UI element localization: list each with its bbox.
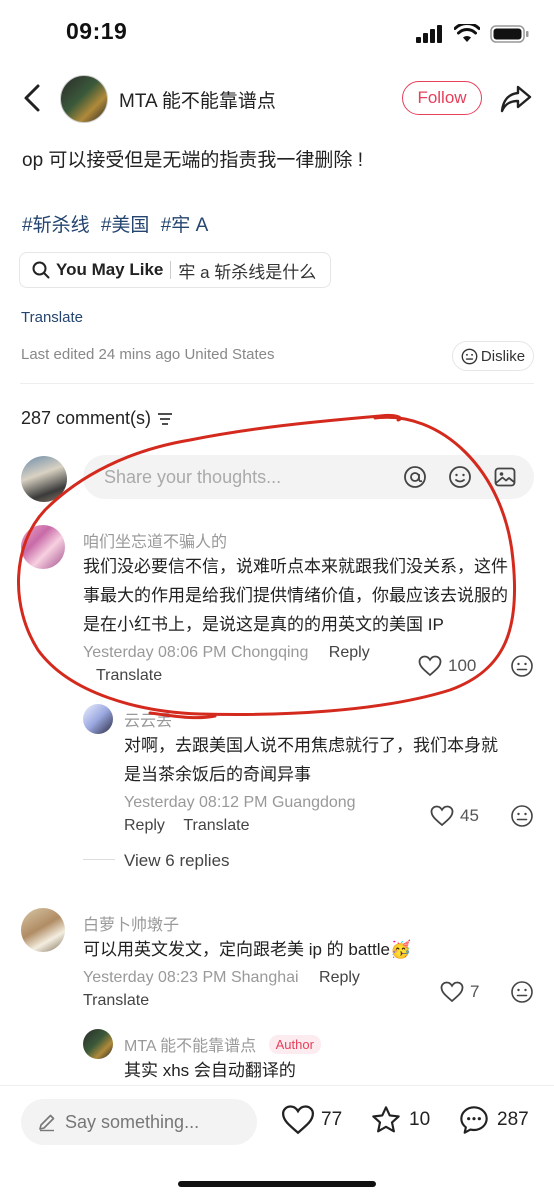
home-indicator[interactable] [178, 1181, 376, 1187]
emoji-icon[interactable] [448, 465, 472, 489]
comment-post-button[interactable]: 287 [457, 1104, 529, 1136]
say-placeholder: Say something... [65, 1111, 200, 1132]
reply-line: 对啊，去跟美国人说不用焦虑就行了，我们本身就 [124, 736, 498, 755]
neutral-face-icon [461, 348, 478, 364]
like-count: 7 [470, 982, 480, 1001]
hashtag-link[interactable]: #牢 A [161, 215, 209, 236]
my-avatar [21, 456, 67, 502]
sort-icon[interactable] [157, 412, 173, 426]
say-something-input[interactable]: Say something... [21, 1099, 257, 1145]
translate-post-link[interactable]: Translate [21, 309, 83, 326]
heart-icon [418, 655, 442, 677]
translate-button[interactable]: Translate [83, 992, 149, 1009]
commenter-avatar[interactable] [21, 525, 65, 569]
reply-username[interactable]: MTA 能不能靠谱点 [124, 1038, 256, 1055]
replier-avatar[interactable] [83, 1029, 113, 1059]
hashtag-link[interactable]: #斩杀线 [22, 215, 90, 236]
you-may-like-chip[interactable]: You May Like 牢 a 斩杀线是什么 [19, 252, 331, 288]
author-badge: Author [268, 1035, 321, 1054]
reply-text: 对啊，去跟美国人说不用焦虑就行了，我们本身就 是当茶余饭后的奇闻异事 [124, 731, 498, 789]
like-count: 100 [448, 656, 477, 675]
commenter-avatar[interactable] [21, 908, 65, 952]
reply-line: 其实 xhs 会自动翻译的 [124, 1061, 296, 1080]
comment-text: 可以用英文发文，定向跟老美 ip 的 battle🥳 [83, 935, 411, 964]
reply-button[interactable]: Reply [124, 817, 165, 834]
you-may-like-label: You May Like [56, 260, 164, 279]
view-replies-link[interactable]: View 6 replies [124, 851, 230, 871]
divider [170, 261, 172, 279]
wifi-icon [454, 24, 480, 42]
post-star-count: 10 [409, 1109, 431, 1130]
comment-meta: Yesterday 08:23 PM Shanghai Reply [83, 969, 360, 987]
status-icons [416, 22, 530, 46]
comment-username[interactable]: 白萝卜帅墩子 [83, 911, 179, 935]
comment-meta-translate: Translate [83, 992, 149, 1010]
like-counter[interactable]: 45 [430, 805, 479, 827]
collect-post-button[interactable]: 10 [369, 1104, 430, 1136]
neutral-face-icon[interactable] [510, 980, 534, 1004]
reply-button[interactable]: Reply [329, 644, 370, 661]
translate-button[interactable]: Translate [183, 817, 249, 834]
dislike-label: Dislike [480, 347, 526, 365]
owner-name[interactable]: MTA 能不能靠谱点 [119, 86, 276, 113]
reply-meta: Yesterday 08:12 PM Guangdong [124, 794, 356, 811]
like-counter[interactable]: 100 [418, 655, 476, 677]
back-arrow-icon[interactable] [18, 80, 48, 116]
comment-meta: Yesterday 08:06 PM Chongqing Reply [83, 644, 370, 662]
dislike-button[interactable]: Dislike [452, 341, 534, 371]
comment-line: 我们没必要信不信，说难听点本来就跟我们没关系，这件 [83, 557, 508, 576]
mention-icon[interactable] [403, 465, 427, 489]
comment-placeholder: Share your thoughts... [104, 466, 282, 487]
signal-icon [416, 25, 442, 43]
you-may-like-query: 牢 a 斩杀线是什么 [178, 262, 317, 282]
comment-input[interactable]: Share your thoughts... [83, 455, 534, 499]
hashtag-link[interactable]: #美国 [101, 215, 150, 236]
like-count: 45 [460, 806, 479, 825]
follow-button[interactable]: Follow [402, 81, 482, 115]
comments-count: 287 comment(s) [21, 408, 173, 429]
divider [20, 383, 534, 384]
post-like-count: 77 [321, 1109, 343, 1130]
pencil-icon [39, 1114, 55, 1132]
comment-line: 事最大的作用是给我们提供情绪价值，你最应该去说服的 [83, 586, 508, 605]
like-counter[interactable]: 7 [440, 981, 479, 1003]
neutral-face-icon[interactable] [510, 804, 534, 828]
battery-icon [490, 25, 529, 43]
status-time: 09:19 [66, 18, 128, 44]
hashtags: #斩杀线 #美国 #牢 A [22, 210, 214, 237]
owner-avatar[interactable] [60, 75, 108, 123]
reply-username-row: MTA 能不能靠谱点 Author [124, 1032, 321, 1056]
reply-text: 其实 xhs 会自动翻译的 [124, 1056, 296, 1085]
translate-button[interactable]: Translate [96, 667, 162, 684]
reply-button[interactable]: Reply [319, 969, 360, 986]
comment-line: 可以用英文发文，定向跟老美 ip 的 battle🥳 [83, 940, 412, 959]
neutral-face-icon[interactable] [510, 654, 534, 678]
divider [83, 859, 115, 860]
reply-line: 是当茶余饭后的奇闻异事 [124, 765, 311, 784]
comment-text: 我们没必要信不信，说难听点本来就跟我们没关系，这件 事最大的作用是给我们提供情绪… [83, 552, 508, 639]
like-post-button[interactable]: 77 [281, 1104, 342, 1136]
post-comment-count: 287 [497, 1109, 529, 1130]
edited-info: Last edited 24 mins ago United States [21, 346, 275, 363]
replier-avatar[interactable] [83, 704, 113, 734]
star-icon [372, 1106, 400, 1133]
heart-icon [440, 981, 464, 1003]
divider [0, 1085, 554, 1086]
heart-icon [430, 805, 454, 827]
comment-time-location: Yesterday 08:06 PM Chongqing [83, 644, 309, 661]
comments-count-label: 287 comment(s) [21, 408, 152, 428]
comment-line: 是在小红书上，是说这是真的的用英文的美国 IP [83, 615, 444, 634]
comment-meta-translate: Translate [96, 667, 162, 685]
heart-icon [281, 1105, 315, 1135]
comment-username[interactable]: 咱们坐忘道不骗人的 [83, 528, 227, 552]
comment-bubble-icon [460, 1106, 488, 1134]
image-icon[interactable] [493, 465, 517, 489]
share-icon[interactable] [498, 82, 534, 116]
reply-actions: Reply Translate [124, 817, 249, 835]
reply-username[interactable]: 云云丢 [124, 707, 172, 731]
search-icon [32, 261, 50, 279]
comment-time-location: Yesterday 08:23 PM Shanghai [83, 969, 299, 986]
post-text: op 可以接受但是无端的指责我一律删除 ! [22, 150, 363, 171]
